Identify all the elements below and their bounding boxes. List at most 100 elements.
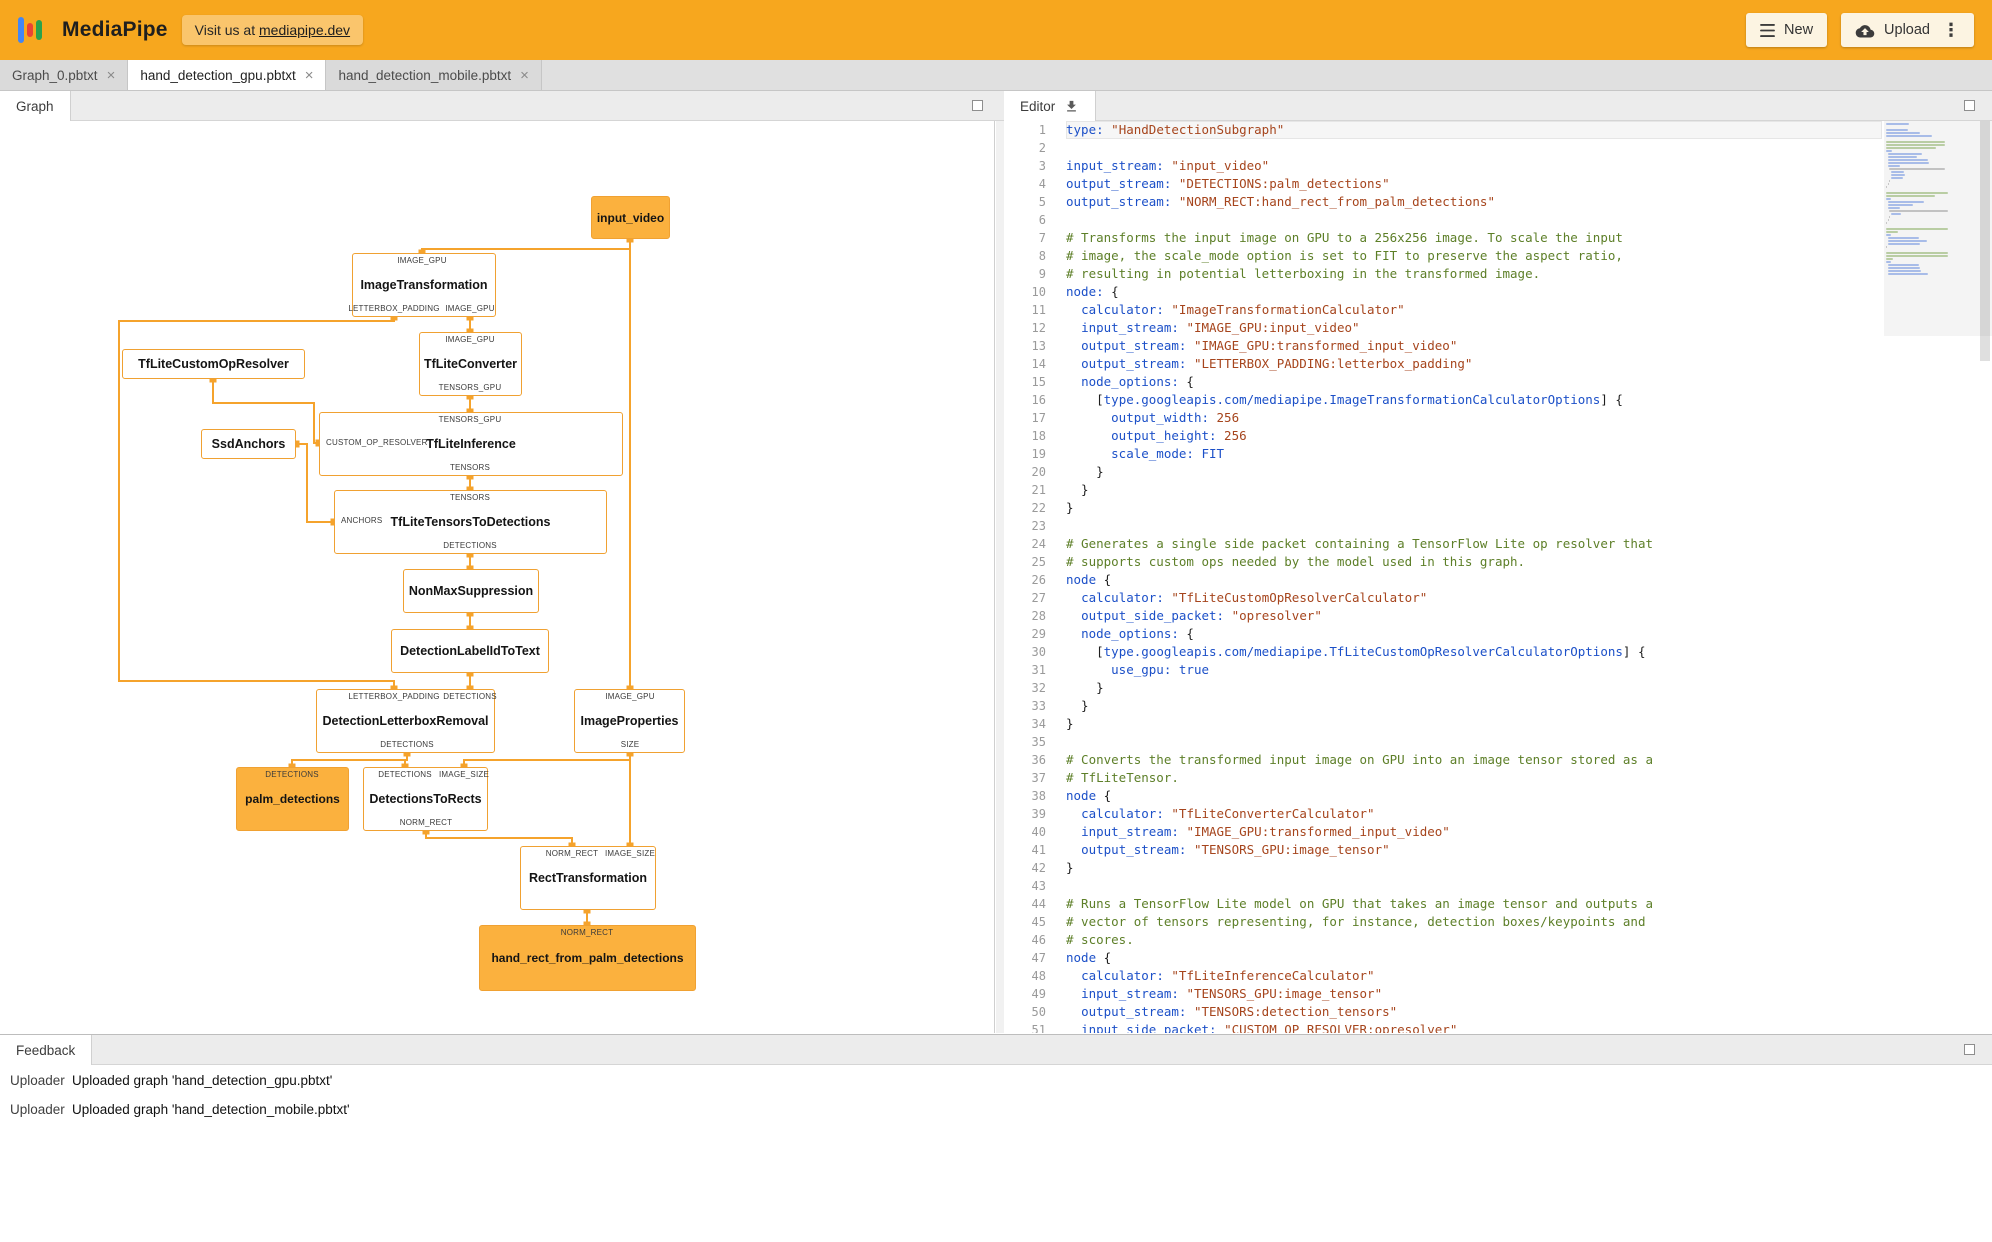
minimap-line (1886, 189, 1976, 191)
minimap-line (1887, 264, 1919, 266)
tab-close-icon[interactable]: × (305, 68, 314, 83)
code-line: node_options: { (1081, 374, 1194, 389)
expand-feedback-pane-icon[interactable] (1964, 1044, 1975, 1055)
line-number: 6 (1038, 213, 1046, 227)
new-button[interactable]: New (1746, 13, 1828, 47)
upload-button-label: Upload (1884, 22, 1930, 38)
minimap-line (1887, 243, 1921, 245)
code-line: # Transforms the input image on GPU to a… (1066, 230, 1623, 245)
port-label: LETTERBOX_PADDING (348, 304, 440, 313)
line-number: 22 (1031, 501, 1046, 515)
tab-close-icon[interactable]: × (520, 68, 529, 83)
file-tab-label: hand_detection_gpu.pbtxt (140, 67, 296, 83)
code-line: node_options: { (1081, 626, 1194, 641)
port-label: IMAGE_SIZE (604, 849, 656, 858)
code-editor[interactable]: 1 2 3 4 5 6 7 8 9 10 11 12 13 14 15 16 17 18 19 20 21 22 23 24 2… (1004, 121, 1992, 1033)
code-line: calculator: "TfLiteInferenceCalculator" (1081, 968, 1375, 983)
minimap-line (1889, 210, 1948, 212)
node-title: TfLiteCustomOpResolver (138, 357, 289, 371)
minimap-line (1886, 261, 1891, 263)
tab-graph[interactable]: Graph (0, 91, 71, 121)
minimap-line (1886, 129, 1908, 131)
minimap-line (1886, 126, 1976, 128)
port-label: IMAGE_GPU (605, 692, 655, 701)
editor-scrollbar[interactable] (1978, 121, 1992, 1033)
graph-node-DetectionLabelIdToText[interactable]: DetectionLabelIdToText (391, 629, 549, 673)
scrollbar-thumb[interactable] (1980, 121, 1990, 361)
code-line: } (1066, 500, 1074, 515)
file-tab[interactable]: hand_detection_mobile.pbtxt × (326, 60, 542, 90)
upload-button[interactable]: Upload ⋮ (1841, 13, 1974, 47)
minimap-line (1886, 222, 1887, 224)
visit-us-button[interactable]: Visit us at mediapipe.dev (181, 15, 364, 45)
tab-editor[interactable]: Editor (1004, 91, 1097, 121)
line-number: 1 (1038, 123, 1046, 137)
minimap-line (1887, 267, 1920, 269)
tab-close-icon[interactable]: × (107, 68, 116, 83)
line-number: 20 (1031, 465, 1046, 479)
graph-node-TfLiteCustomOpResolver[interactable]: TfLiteCustomOpResolver (122, 349, 305, 379)
code-line: } (1066, 482, 1089, 497)
code-line: output_stream: "TENSORS:detection_tensor… (1081, 1004, 1398, 1019)
code-line: # vector of tensors representing, for in… (1066, 914, 1646, 929)
line-number: 26 (1031, 573, 1046, 587)
port-label: ANCHORS (341, 516, 383, 525)
node-title: DetectionLetterboxRemoval (322, 714, 489, 728)
feedback-message: Uploaded graph 'hand_detection_mobile.pb… (72, 1102, 350, 1117)
graph-node-SsdAnchors[interactable]: SsdAnchors (201, 429, 296, 459)
file-tab[interactable]: hand_detection_gpu.pbtxt × (128, 60, 327, 90)
port-label: IMAGE_SIZE (438, 770, 490, 779)
code-line: output_side_packet: "opresolver" (1081, 608, 1322, 623)
file-tab[interactable]: Graph_0.pbtxt × (0, 60, 129, 90)
port-label: SIZE (620, 740, 640, 749)
minimap-line (1886, 138, 1976, 140)
code-line: output_stream: "NORM_RECT:hand_rect_from… (1066, 194, 1495, 209)
node-title: input_video (596, 210, 665, 225)
line-number: 51 (1031, 1023, 1046, 1033)
menu-icon (1760, 23, 1775, 37)
expand-graph-pane-icon[interactable] (972, 100, 983, 111)
code-line: scale_mode: FIT (1111, 446, 1225, 461)
port-label: IMAGE_GPU (397, 256, 447, 265)
expand-editor-pane-icon[interactable] (1964, 100, 1975, 111)
minimap-line (1890, 174, 1906, 176)
tab-feedback[interactable]: Feedback (0, 1035, 93, 1065)
code-line: use_gpu: true (1111, 662, 1210, 677)
line-number: 18 (1031, 429, 1046, 443)
line-number: 29 (1031, 627, 1046, 641)
port-label: TENSORS_GPU (438, 415, 502, 424)
minimap-line (1886, 198, 1891, 200)
minimap-line (1887, 204, 1914, 206)
editor-code[interactable]: type: "HandDetectionSubgraph" input_strea… (1066, 121, 1882, 1033)
line-number: 14 (1031, 357, 1046, 371)
line-number: 27 (1031, 591, 1046, 605)
minimap-line (1890, 171, 1905, 173)
editor-minimap[interactable] (1886, 123, 1976, 276)
graph-canvas[interactable]: input_video ImageTransformation IMAGE_GPU L… (0, 121, 995, 1033)
minimap-line (1887, 240, 1927, 242)
code-line: # TfLiteTensor. (1066, 770, 1179, 785)
graph-node-NonMaxSuppression[interactable]: NonMaxSuppression (403, 569, 539, 613)
code-line: } (1066, 860, 1074, 875)
mediapipe-dev-link[interactable]: mediapipe.dev (259, 22, 350, 38)
code-line: input_stream: "IMAGE_GPU:transformed_inp… (1081, 824, 1450, 839)
code-line: [type.googleapis.com/mediapipe.ImageTran… (1066, 392, 1623, 407)
download-icon[interactable] (1064, 99, 1079, 114)
line-number: 45 (1031, 915, 1046, 929)
feedback-row: Uploader Uploaded graph 'hand_detection_m… (0, 1095, 1992, 1124)
line-number: 35 (1031, 735, 1046, 749)
minimap-line (1886, 231, 1898, 233)
port-label: TENSORS_GPU (438, 383, 502, 392)
port-label: LETTERBOX_PADDING (348, 692, 440, 701)
file-tab-label: hand_detection_mobile.pbtxt (338, 67, 512, 83)
line-number: 36 (1031, 753, 1046, 767)
code-line: input_stream: "TENSORS_GPU:image_tensor" (1081, 986, 1383, 1001)
minimap-line (1889, 216, 1890, 218)
new-button-label: New (1784, 22, 1814, 38)
graph-node-input_video[interactable]: input_video (591, 196, 670, 239)
port-label: CUSTOM_OP_RESOLVER (326, 438, 428, 447)
line-number: 3 (1038, 159, 1046, 173)
upload-menu-kebab-icon[interactable]: ⋮ (1942, 21, 1960, 39)
minimap-line (1886, 123, 1910, 125)
pane-divider[interactable] (996, 121, 1004, 1033)
